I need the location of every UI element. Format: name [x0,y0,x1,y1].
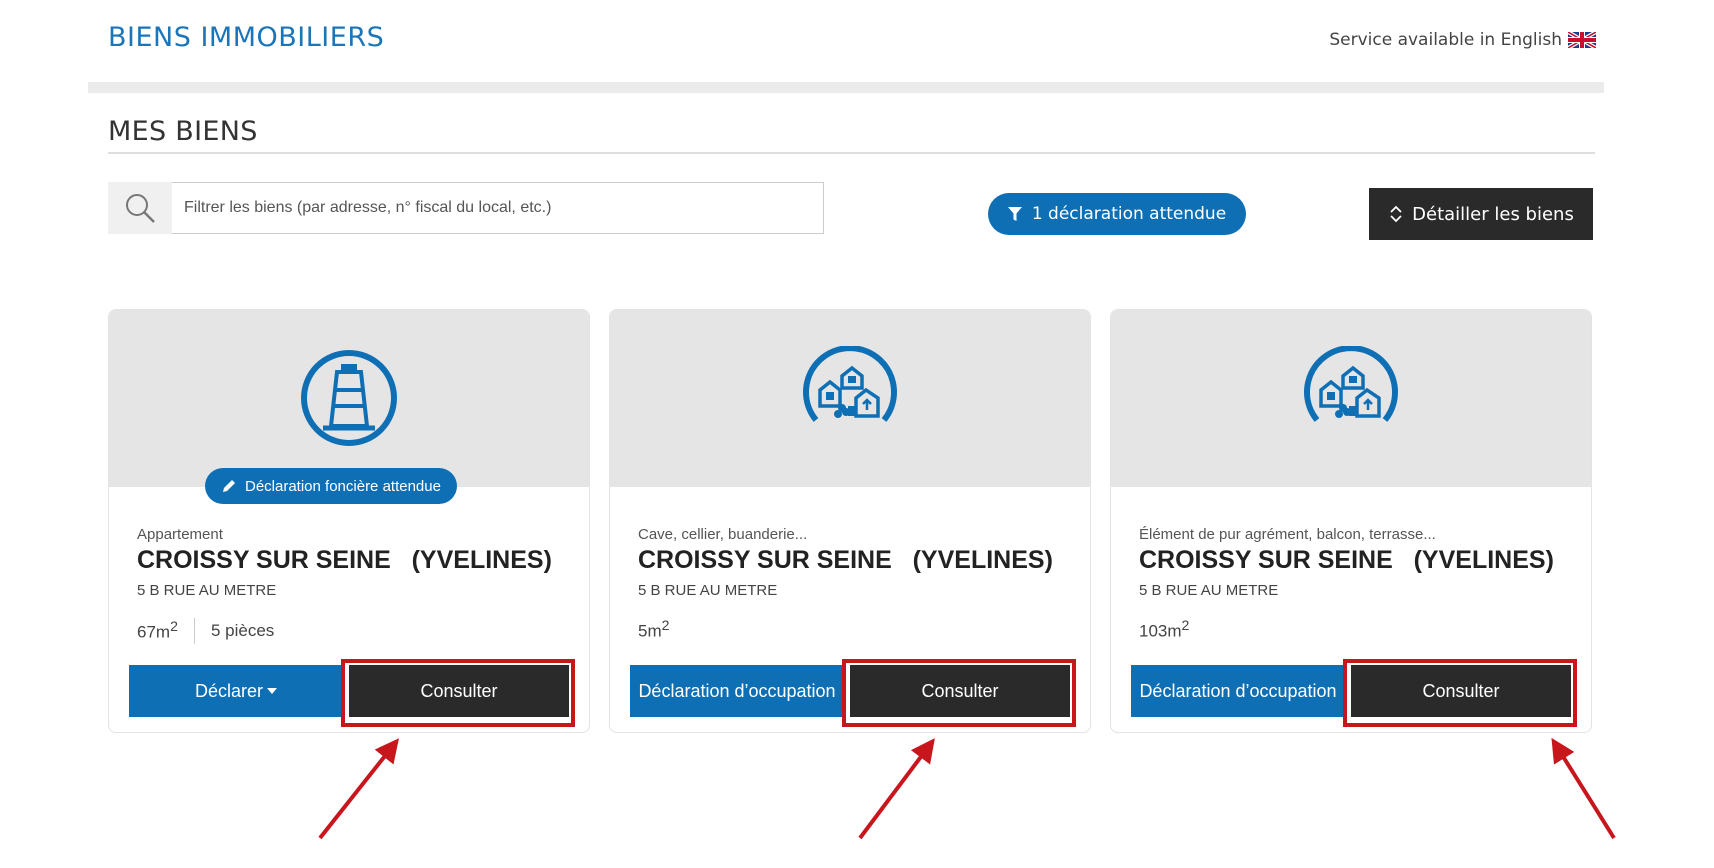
section-title: MES BIENS [108,116,258,147]
card-header [1111,310,1591,487]
card-header [109,310,589,487]
pending-declaration-filter[interactable]: 1 déclaration attendue [988,193,1246,235]
search-icon-box[interactable] [108,182,172,234]
occupancy-declaration-button[interactable]: Déclaration d’occupation [1131,665,1345,717]
property-city: CROISSY SUR SEINE (YVELINES) [1139,546,1554,574]
outbuilding-icon [803,346,897,422]
property-card: Déclaration foncière attendue Appartemen… [108,309,590,733]
search-input[interactable] [172,182,824,234]
card-header [610,310,1090,487]
filter-icon [1007,207,1022,221]
property-area: 103m2 [1139,618,1190,641]
arrow-icon [318,738,399,840]
detail-button-label: Détailler les biens [1412,203,1574,225]
arrow-icon [858,738,935,840]
pending-declaration-badge[interactable]: Déclaration foncière attendue [205,468,457,504]
consult-highlight-box [341,659,575,727]
declare-dropdown-button[interactable]: Déclarer [129,665,343,717]
property-address: 5 B RUE AU METRE [137,582,277,599]
expand-collapse-icon [1390,205,1402,223]
property-rooms: 5 pièces [210,621,275,640]
property-type: Élément de pur agrément, balcon, terrass… [1139,526,1436,543]
property-area: 5m2 [638,618,670,641]
meta-divider [193,618,195,644]
property-meta: 5m2 [638,618,670,642]
section-divider [108,152,1595,154]
service-language-text[interactable]: Service available in English [1329,30,1562,50]
arrow-icon [1551,737,1616,840]
uk-flag-icon[interactable] [1568,32,1596,48]
pencil-icon [223,480,235,492]
property-area: 67m2 [137,619,178,642]
property-meta: 103m2 [1139,618,1189,642]
property-card: Cave, cellier, buanderie... CROISSY SUR … [609,309,1091,733]
property-city: CROISSY SUR SEINE (YVELINES) [638,546,1053,574]
consult-highlight-box [842,659,1076,727]
property-address: 5 B RUE AU METRE [638,582,778,599]
apartment-building-icon [301,350,397,446]
outbuilding-icon [1304,346,1398,422]
property-address: 5 B RUE AU METRE [1139,582,1279,599]
property-card: Élément de pur agrément, balcon, terrass… [1110,309,1592,733]
consult-highlight-box [1343,659,1577,727]
search-bar [108,182,824,234]
property-type: Cave, cellier, buanderie... [638,526,808,543]
property-type: Appartement [137,526,223,543]
page-title: BIENS IMMOBILIERS [108,22,385,53]
filter-label: 1 déclaration attendue [1031,204,1227,224]
declare-button-label: Déclarer [194,680,264,701]
detail-properties-button[interactable]: Détailler les biens [1369,188,1593,240]
search-icon [126,194,155,223]
occupancy-declaration-button[interactable]: Déclaration d’occupation [630,665,844,717]
caret-down-icon [267,688,278,694]
property-meta: 67m2 5 pièces [137,618,274,644]
header-divider-band [88,82,1604,93]
badge-label: Déclaration foncière attendue [245,477,441,495]
language-switch[interactable]: Service available in English [1329,30,1596,50]
property-city: CROISSY SUR SEINE (YVELINES) [137,546,552,574]
